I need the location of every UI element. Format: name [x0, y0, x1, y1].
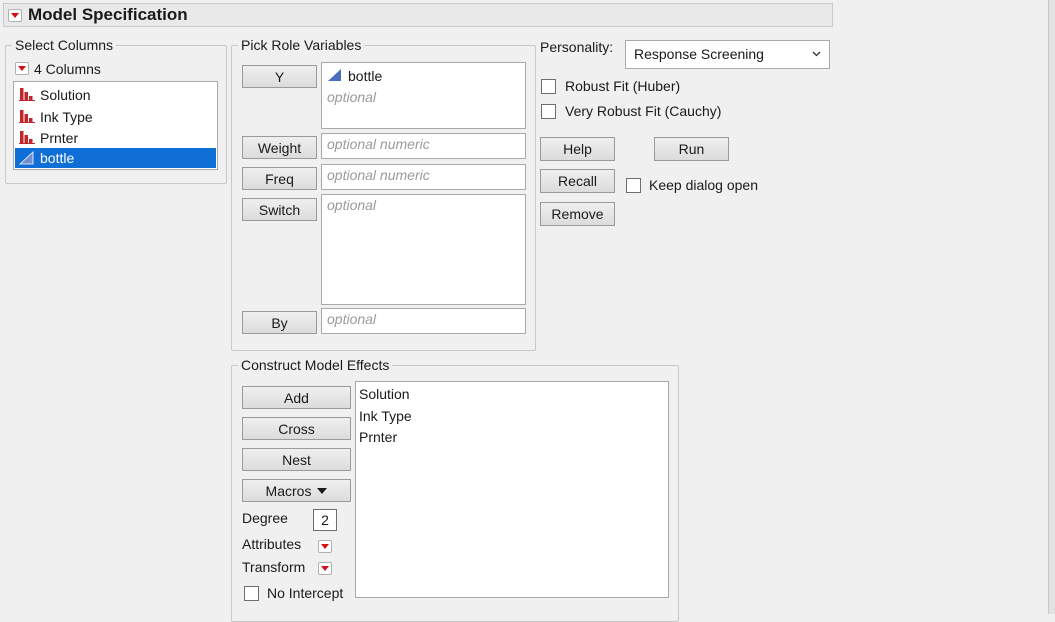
attributes-menu-icon[interactable] — [318, 540, 332, 553]
robust-fit-label: Robust Fit (Huber) — [565, 78, 681, 94]
robust-fit-checkbox[interactable] — [541, 79, 556, 94]
no-intercept-label: No Intercept — [267, 585, 344, 601]
effect-item[interactable]: Prnter — [359, 429, 397, 445]
switch-role-list[interactable]: optional — [321, 194, 526, 305]
pick-role-variables-label: Pick Role Variables — [241, 37, 362, 53]
attributes-label: Attributes — [242, 536, 302, 552]
continuous-triangle-icon — [328, 69, 341, 81]
macros-button[interactable]: Macros — [242, 479, 351, 502]
caret-down-icon — [317, 487, 328, 494]
nominal-bars-icon — [19, 110, 35, 123]
chevron-down-icon — [812, 51, 821, 57]
construct-model-effects-label: Construct Model Effects — [241, 357, 390, 373]
degree-label: Degree — [242, 510, 288, 526]
personality-select[interactable]: Response Screening — [625, 40, 830, 69]
help-button[interactable]: Help — [540, 137, 615, 161]
nominal-bars-icon — [19, 88, 35, 101]
column-item-label: bottle — [40, 150, 75, 166]
columns-menu-icon[interactable] — [15, 62, 29, 75]
select-columns-label: Select Columns — [15, 37, 114, 53]
model-effects-list[interactable]: Solution Ink Type Prnter — [355, 381, 669, 598]
nominal-bars-icon — [19, 131, 35, 144]
column-item-prnter[interactable]: Prnter — [14, 127, 217, 148]
switch-role-button[interactable]: Switch — [242, 198, 317, 221]
by-role-button[interactable]: By — [242, 311, 317, 334]
column-item-label: Solution — [40, 87, 91, 103]
very-robust-fit-checkbox[interactable] — [541, 104, 556, 119]
no-intercept-checkbox[interactable] — [244, 586, 259, 601]
column-item-bottle[interactable]: bottle — [15, 148, 216, 168]
red-triangle-menu-icon[interactable] — [8, 9, 22, 22]
degree-input[interactable]: 2 — [313, 509, 337, 531]
personality-value: Response Screening — [634, 46, 764, 62]
column-item-label: Prnter — [40, 130, 79, 146]
weight-role-field[interactable]: optional numeric — [321, 133, 526, 159]
y-role-button[interactable]: Y — [242, 65, 317, 88]
y-role-value: bottle — [348, 68, 383, 84]
y-role-list[interactable]: bottle optional — [321, 62, 526, 129]
column-item-label: Ink Type — [40, 109, 93, 125]
column-count: 4 Columns — [34, 61, 101, 77]
columns-list[interactable]: Solution Ink Type Prnter bottle — [13, 81, 218, 170]
window-edge — [1048, 0, 1055, 614]
effect-item[interactable]: Solution — [359, 386, 410, 402]
weight-role-button[interactable]: Weight — [242, 136, 317, 159]
cross-button[interactable]: Cross — [242, 417, 351, 440]
page-title: Model Specification — [28, 5, 188, 24]
by-role-field[interactable]: optional — [321, 308, 526, 334]
freq-role-button[interactable]: Freq — [242, 167, 317, 190]
freq-role-field[interactable]: optional numeric — [321, 164, 526, 190]
transform-menu-icon[interactable] — [318, 562, 332, 575]
macros-label: Macros — [265, 482, 312, 499]
column-item-solution[interactable]: Solution — [14, 84, 217, 105]
keep-dialog-open-label: Keep dialog open — [649, 177, 758, 193]
y-role-placeholder: optional — [327, 89, 377, 105]
very-robust-fit-label: Very Robust Fit (Cauchy) — [565, 103, 722, 119]
nest-button[interactable]: Nest — [242, 448, 351, 471]
column-item-ink-type[interactable]: Ink Type — [14, 106, 217, 127]
add-button[interactable]: Add — [242, 386, 351, 409]
recall-button[interactable]: Recall — [540, 169, 615, 193]
keep-dialog-open-checkbox[interactable] — [626, 178, 641, 193]
continuous-triangle-icon — [19, 151, 34, 165]
effect-item[interactable]: Ink Type — [359, 408, 412, 424]
personality-label: Personality: — [540, 39, 614, 55]
remove-button[interactable]: Remove — [540, 202, 615, 226]
transform-label: Transform — [242, 559, 306, 575]
run-button[interactable]: Run — [654, 137, 729, 161]
